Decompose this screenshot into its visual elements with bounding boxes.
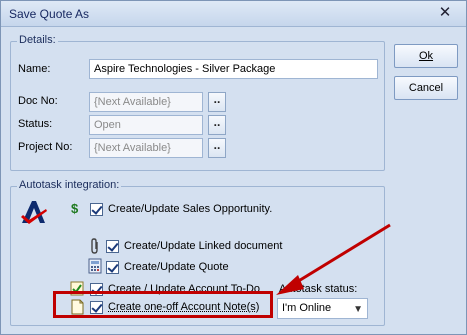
autotask-status-value: I'm Online	[282, 302, 332, 314]
autotask-logo-icon	[21, 201, 47, 224]
cancel-button[interactable]: Cancel	[394, 76, 458, 100]
details-legend: Details:	[17, 34, 58, 46]
checkbox-box[interactable]	[106, 260, 119, 274]
doc-no-label: Doc No:	[18, 95, 58, 107]
create-linked-document-checkbox[interactable]: Create/Update Linked document	[106, 238, 282, 254]
annotation-highlight-box	[53, 291, 273, 318]
calculator-icon	[88, 258, 102, 274]
sales-opportunity-label: Create/Update Sales Opportunity.	[108, 203, 273, 215]
name-label: Name:	[18, 63, 51, 75]
quote-label: Create/Update Quote	[124, 261, 229, 273]
checkbox-box[interactable]	[106, 239, 119, 253]
title-bar: Save Quote As ✕	[1, 1, 466, 27]
autotask-status-select[interactable]: I'm Online ▼	[277, 298, 368, 319]
create-quote-checkbox[interactable]: Create/Update Quote	[106, 259, 229, 275]
doc-no-browse-button[interactable]: ..	[208, 92, 226, 112]
close-icon[interactable]: ✕	[436, 4, 454, 22]
window-title: Save Quote As	[9, 7, 90, 21]
project-no-browse-button[interactable]: ..	[208, 138, 226, 158]
name-input[interactable]: Aspire Technologies - Silver Package	[89, 59, 378, 79]
create-sales-opportunity-checkbox[interactable]: Create/Update Sales Opportunity.	[90, 201, 272, 217]
ok-button-label: Ok	[418, 50, 434, 62]
status-label: Status:	[18, 118, 53, 130]
linked-document-label: Create/Update Linked document	[124, 240, 283, 252]
annotation-arrow	[276, 223, 391, 295]
project-no-label: Project No:	[18, 141, 73, 153]
ok-button[interactable]: Ok	[394, 44, 458, 68]
status-browse-button[interactable]: ..	[208, 115, 226, 135]
project-no-input[interactable]: {Next Available}	[89, 138, 203, 158]
paperclip-icon	[91, 238, 98, 254]
checkbox-box[interactable]	[90, 202, 103, 216]
status-input[interactable]: Open	[89, 115, 203, 135]
chevron-down-icon: ▼	[353, 304, 363, 315]
cancel-button-label: Cancel	[408, 82, 444, 94]
autotask-integration-legend: Autotask integration:	[17, 179, 122, 191]
doc-no-input[interactable]: {Next Available}	[89, 92, 203, 112]
dollar-icon: $	[71, 201, 79, 216]
save-quote-dialog: Save Quote As ✕ Details: Name: Aspire Te…	[0, 0, 467, 335]
